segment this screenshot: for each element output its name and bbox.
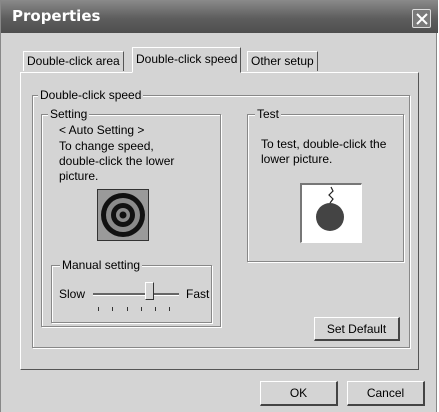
slider-tick	[98, 307, 99, 311]
window-title: Properties	[12, 7, 101, 25]
set-default-button[interactable]: Set Default	[314, 317, 400, 341]
tab-double-click-speed[interactable]: Double-click speed	[132, 47, 242, 73]
fast-label: Fast	[186, 287, 210, 301]
tab-other-setup[interactable]: Other setup	[247, 51, 318, 71]
setting-instruction-line-3: picture.	[59, 169, 99, 183]
setting-instruction-line-1: To change speed,	[59, 139, 154, 153]
concentric-circles-icon	[101, 193, 145, 237]
slow-label: Slow	[59, 287, 86, 301]
speed-picture[interactable]	[97, 189, 149, 241]
test-legend: Test	[255, 107, 282, 121]
slider-tick	[169, 307, 170, 311]
close-button[interactable]	[412, 9, 431, 28]
slider-tick	[155, 307, 156, 311]
pendulum-ball-icon	[316, 186, 344, 231]
title-bar[interactable]: Properties	[1, 0, 438, 33]
double-click-speed-legend: Double-click speed	[38, 88, 144, 102]
cancel-button[interactable]: Cancel	[347, 381, 425, 406]
test-instruction-line-1: To test, double-click the	[261, 137, 387, 151]
test-instruction-line-2: lower picture.	[261, 152, 333, 166]
tab-double-click-area[interactable]: Double-click area	[23, 51, 124, 71]
slider-thumb[interactable]	[145, 282, 154, 300]
auto-setting-label: < Auto Setting >	[59, 123, 145, 137]
test-picture[interactable]	[300, 183, 362, 243]
slider-track[interactable]	[93, 293, 179, 296]
manual-setting-legend: Manual setting	[60, 258, 143, 272]
slider-tick	[127, 307, 128, 311]
ok-button[interactable]: OK	[260, 381, 338, 406]
setting-legend: Setting	[48, 107, 90, 121]
properties-window: Properties Double-click area Double-clic…	[0, 0, 438, 412]
slider-tick	[112, 307, 113, 311]
setting-instruction-line-2: double-click the lower	[59, 154, 175, 168]
slider-tick	[141, 307, 142, 311]
close-icon	[416, 13, 428, 25]
